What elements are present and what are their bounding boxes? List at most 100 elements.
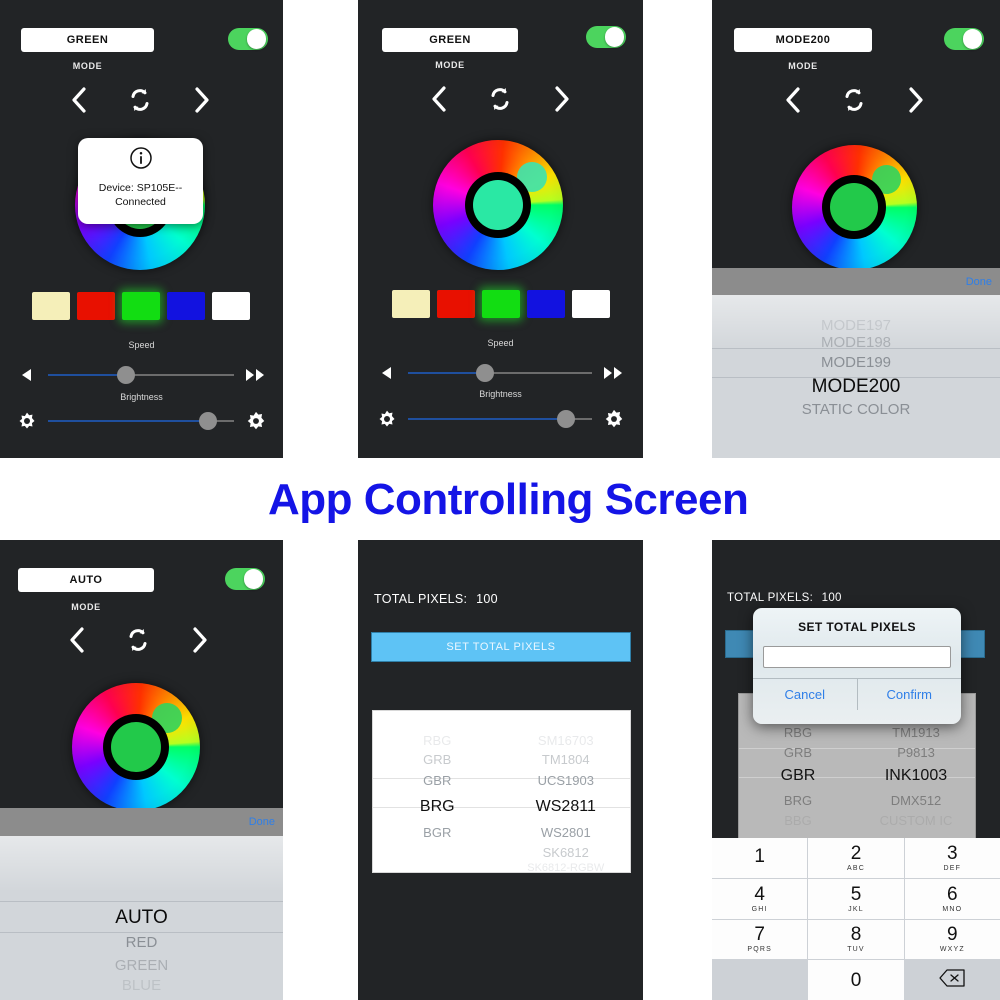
speed-slider-thumb[interactable] <box>117 366 136 384</box>
color-order-item[interactable]: GRB <box>373 753 502 766</box>
speed-increase-icon[interactable] <box>242 367 270 383</box>
brightness-low-icon[interactable] <box>374 409 400 429</box>
brightness-high-icon[interactable] <box>242 410 270 432</box>
key-5[interactable]: 5 JKL <box>808 878 904 919</box>
next-mode-button[interactable] <box>192 87 210 113</box>
prev-mode-button[interactable] <box>784 87 802 113</box>
brightness-slider-thumb[interactable] <box>557 410 576 428</box>
ic-type-card[interactable]: RBG GRB GBR BRG BGR SM16703 TM1804 UCS19… <box>372 710 631 873</box>
mode-picker-list[interactable]: MODE197 MODE198 MODE199 MODE200 STATIC C… <box>712 295 1000 458</box>
swatch-white[interactable] <box>212 292 250 320</box>
color-order-item-selected[interactable]: BRG <box>373 799 502 815</box>
picker-item[interactable]: BLUE <box>0 978 283 993</box>
mode-value-field[interactable]: AUTO <box>18 568 154 592</box>
confirm-button[interactable]: Confirm <box>858 679 962 710</box>
picker-item[interactable]: RED <box>0 935 283 950</box>
key-8[interactable]: 8 TUV <box>808 919 904 960</box>
power-toggle[interactable] <box>228 28 268 50</box>
speed-label: Speed <box>128 340 155 350</box>
chip-type-column[interactable]: SM16703 TM1804 UCS1903 WS2811 WS2801 SK6… <box>502 711 631 872</box>
power-toggle[interactable] <box>586 26 626 48</box>
pixel-count-input[interactable] <box>763 646 951 668</box>
picker-item[interactable]: MODE197 <box>712 318 1000 333</box>
color-order-item[interactable]: BGR <box>373 826 502 839</box>
swatch-green[interactable] <box>482 290 520 318</box>
key-3[interactable]: 3 DEF <box>904 838 1000 878</box>
cycle-mode-button[interactable] <box>126 86 154 114</box>
set-total-pixels-button[interactable]: SET TOTAL PIXELS <box>371 632 631 662</box>
swatch-blue[interactable] <box>167 292 205 320</box>
key-6[interactable]: 6 MNO <box>904 878 1000 919</box>
key-7[interactable]: 7 PQRS <box>712 919 808 960</box>
mode-nav-row <box>430 83 570 115</box>
speed-decrease-icon[interactable] <box>14 367 40 383</box>
swatch-white[interactable] <box>572 290 610 318</box>
color-wheel[interactable] <box>72 683 200 811</box>
swatch-red[interactable] <box>77 292 115 320</box>
color-order-column[interactable]: RBG GRB GBR BRG BGR <box>373 711 502 872</box>
swatch-green[interactable] <box>122 292 160 320</box>
prev-mode-button[interactable] <box>430 86 448 112</box>
brightness-slider-track[interactable] <box>408 410 592 428</box>
key-0[interactable]: 0 <box>808 960 904 1000</box>
cycle-mode-button[interactable] <box>840 86 868 114</box>
color-order-item[interactable]: GBR <box>373 774 502 787</box>
picker-item[interactable]: MODE198 <box>712 335 1000 350</box>
next-mode-button[interactable] <box>552 86 570 112</box>
power-toggle[interactable] <box>944 28 984 50</box>
chip-type-item[interactable]: WS2801 <box>502 826 631 839</box>
key-2[interactable]: 2 ABC <box>808 838 904 878</box>
prev-mode-button[interactable] <box>70 87 88 113</box>
swatch-red[interactable] <box>437 290 475 318</box>
speed-slider-track[interactable] <box>48 366 234 384</box>
picker-done-button[interactable]: Done <box>966 276 1000 288</box>
brightness-high-icon[interactable] <box>600 408 628 430</box>
picker-item[interactable]: STATIC COLOR <box>712 402 1000 417</box>
prev-mode-button[interactable] <box>68 627 86 653</box>
chip-type-item[interactable]: TM1804 <box>502 753 631 766</box>
speed-increase-icon[interactable] <box>600 365 628 381</box>
next-mode-button[interactable] <box>906 87 924 113</box>
mode-value-text: MODE200 <box>775 34 831 46</box>
speed-slider-track[interactable] <box>408 364 592 382</box>
key-delete[interactable] <box>904 960 1000 1000</box>
picker-item-selected[interactable]: MODE200 <box>712 377 1000 396</box>
picker-toolbar: Done <box>712 268 1000 295</box>
speed-slider-thumb[interactable] <box>476 364 495 382</box>
picker-item-selected[interactable]: AUTO <box>0 908 283 927</box>
key-1[interactable]: 1 <box>712 838 808 878</box>
power-toggle[interactable] <box>225 568 265 590</box>
picker-item[interactable]: GREEN <box>0 958 283 973</box>
chip-type-item[interactable]: SK6812-RGBW <box>502 863 631 873</box>
mode-value-field[interactable]: GREEN <box>21 28 154 52</box>
mode-picker-list[interactable]: AUTO RED GREEN BLUE <box>0 836 283 1000</box>
key-label: 3 <box>947 842 958 864</box>
next-mode-button[interactable] <box>190 627 208 653</box>
cycle-mode-button[interactable] <box>486 85 514 113</box>
swatch-cream[interactable] <box>32 292 70 320</box>
key-label: 5 <box>850 883 862 905</box>
chip-type-item[interactable]: SM16703 <box>502 734 631 747</box>
color-wheel[interactable] <box>433 140 563 270</box>
brightness-low-icon[interactable] <box>14 411 40 431</box>
mode-value-field[interactable]: MODE200 <box>734 28 872 52</box>
speed-decrease-icon[interactable] <box>374 365 400 381</box>
mode-value-field[interactable]: GREEN <box>382 28 518 52</box>
key-4[interactable]: 4 GHI <box>712 878 808 919</box>
key-9[interactable]: 9 WXYZ <box>904 919 1000 960</box>
total-pixels-value: 100 <box>476 592 498 606</box>
brightness-slider-track[interactable] <box>48 412 234 430</box>
cancel-button[interactable]: Cancel <box>753 679 857 710</box>
picker-item[interactable]: MODE199 <box>712 355 1000 370</box>
color-wheel[interactable] <box>792 145 917 270</box>
speed-slider-row <box>14 362 270 388</box>
color-order-item[interactable]: RBG <box>373 734 502 747</box>
chip-type-item[interactable]: UCS1903 <box>502 774 631 787</box>
cycle-mode-button[interactable] <box>124 626 152 654</box>
brightness-slider-thumb[interactable] <box>198 412 217 430</box>
chip-type-item[interactable]: SK6812 <box>502 846 631 859</box>
swatch-cream[interactable] <box>392 290 430 318</box>
swatch-blue[interactable] <box>527 290 565 318</box>
chip-type-item-selected[interactable]: WS2811 <box>502 799 631 815</box>
picker-done-button[interactable]: Done <box>249 816 283 828</box>
